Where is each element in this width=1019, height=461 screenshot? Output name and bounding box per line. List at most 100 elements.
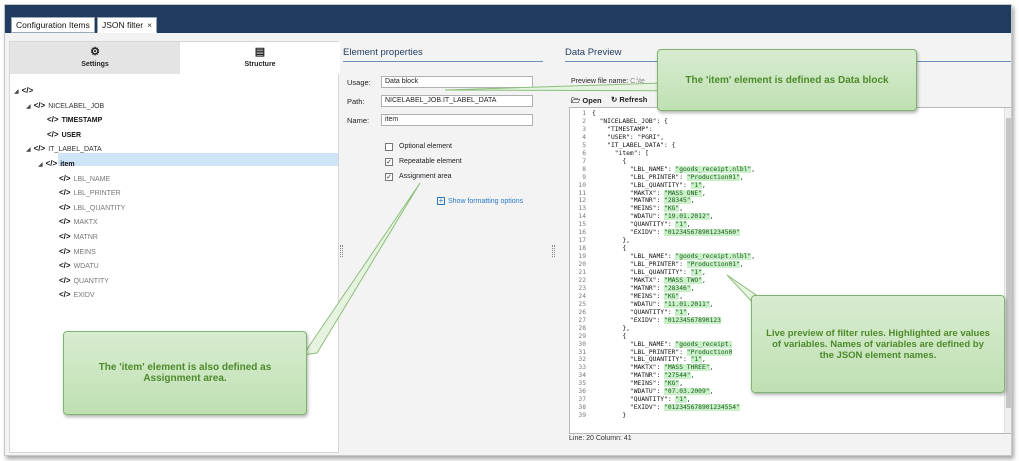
- code-text: "USER": "PGRI",: [592, 133, 665, 141]
- code-text: }: [592, 412, 627, 420]
- code-line: 38 "EXIDV": "012345678901234554": [570, 404, 1000, 412]
- tree-item[interactable]: </> QUANTITY: [50, 274, 109, 287]
- code-line: 3 "TIMESTAMP":: [570, 126, 1000, 134]
- element-tag-icon: </>: [33, 100, 46, 110]
- usage-select[interactable]: Data block: [381, 76, 533, 88]
- code-line: 16 "EXIDV": "012345678901234560": [570, 229, 1000, 237]
- code-text: "TIMESTAMP":: [592, 125, 657, 133]
- code-line: 9 "LBL_PRINTER": "Production01",: [570, 173, 1000, 182]
- expand-arrow-icon[interactable]: ◢: [14, 89, 19, 95]
- code-text: },: [592, 237, 630, 245]
- tree-item-label: WDATU: [73, 263, 99, 271]
- variable-value: "1": [675, 396, 687, 404]
- name-label: Name:: [347, 116, 370, 125]
- element-properties-title: Element properties: [343, 47, 423, 58]
- tree-item[interactable]: </> LBL_QUANTITY: [50, 201, 125, 214]
- tree-item[interactable]: </> EXIDV: [50, 288, 95, 301]
- refresh-icon: ↻: [611, 95, 618, 104]
- tree-item-label: USER: [61, 131, 82, 139]
- tree-item[interactable]: </> USER: [38, 128, 81, 141]
- line-number: 9: [582, 173, 586, 181]
- tree-item[interactable]: </> LBL_NAME: [50, 172, 110, 185]
- tab-json-filter[interactable]: JSON filter ×: [97, 17, 158, 33]
- code-text: "EXIDV":: [592, 404, 665, 412]
- settings-tab[interactable]: ⚙ Settings: [10, 42, 180, 74]
- variable-value: "MASS THREE": [664, 364, 710, 372]
- line-number: 7: [582, 157, 586, 165]
- element-tag-icon: </>: [59, 217, 71, 227]
- expand-arrow-icon[interactable]: ◢: [38, 162, 43, 168]
- splitter-handle-right[interactable]: [552, 245, 555, 257]
- code-line: 4 "USER": "PGRI",: [570, 134, 1000, 142]
- tree-item-label: TIMESTAMP: [61, 117, 103, 125]
- code-text: ,: [751, 253, 756, 261]
- element-tag-icon: </>: [59, 275, 71, 285]
- code-text: {: [592, 110, 596, 117]
- tree-item[interactable]: </> WDATU: [50, 259, 99, 272]
- line-number: 8: [582, 165, 586, 173]
- refresh-button[interactable]: ↻ Refresh: [611, 95, 647, 104]
- variable-value: "28346": [664, 284, 691, 292]
- callout-assignment-area: The 'item' element is also defined as As…: [63, 331, 307, 415]
- code-text: "LBL_NAME":: [592, 253, 676, 261]
- tree-item[interactable]: </> MEINS: [50, 245, 96, 258]
- tree-item[interactable]: ◢ </> IT_LABEL_DATA: [26, 142, 102, 155]
- code-text: ,: [751, 165, 756, 173]
- line-number: 11: [578, 189, 586, 197]
- vertical-scrollbar[interactable]: [1004, 108, 1011, 433]
- tree-item[interactable]: ◢ </> NICELABEL_JOB: [26, 99, 104, 112]
- code-text: "LBL_NAME":: [592, 165, 676, 173]
- element-tag-icon: </>: [59, 232, 71, 241]
- close-icon[interactable]: ×: [147, 20, 152, 30]
- code-text: {: [592, 245, 627, 253]
- variable-value: "1": [690, 181, 702, 189]
- tree-item[interactable]: </> TIMESTAMP: [38, 113, 102, 126]
- code-line: 18 {: [570, 245, 1000, 253]
- element-tag-icon: </>: [59, 188, 71, 198]
- tree-item[interactable]: ◢ </> item: [38, 157, 75, 170]
- assignment-area-checkbox[interactable]: ✓: [385, 173, 393, 181]
- path-field[interactable]: NICELABEL_JOB.IT_LABEL_DATA: [381, 95, 533, 107]
- line-number: 2: [582, 117, 586, 125]
- tree-item[interactable]: </> MAKTX: [50, 215, 98, 228]
- element-tag-icon: </>: [59, 173, 71, 183]
- tree-item[interactable]: ◢ </>: [14, 84, 36, 97]
- element-tag-icon: </>: [47, 129, 59, 139]
- line-number: 10: [578, 181, 586, 189]
- variable-value: "Production01": [686, 173, 740, 181]
- variable-value: "1": [675, 221, 687, 229]
- show-formatting-options-link[interactable]: + Show formatting options: [437, 197, 523, 205]
- line-number: 14: [578, 213, 586, 221]
- scrollbar-thumb[interactable]: [1006, 118, 1011, 408]
- code-line: 23 "MATNR": "28346",: [570, 284, 1000, 293]
- tree-item[interactable]: </> MATNR: [50, 230, 98, 243]
- variable-value: "MASS ONE": [664, 189, 702, 197]
- line-number: 38: [578, 404, 586, 412]
- variable-value: "1": [690, 269, 702, 276]
- expand-arrow-icon[interactable]: ◢: [26, 104, 31, 110]
- repeatable-element-checkbox[interactable]: ✓: [385, 158, 393, 166]
- tab-configuration-items[interactable]: Configuration Items: [11, 17, 95, 33]
- line-number: 22: [578, 276, 586, 284]
- code-text: ,: [690, 372, 695, 380]
- code-text: ,: [679, 205, 683, 213]
- tree-item-label: LBL_QUANTITY: [73, 204, 126, 212]
- folder-icon: 🗁: [571, 96, 581, 105]
- tree-item[interactable]: </> LBL_PRINTER: [50, 186, 121, 199]
- expand-arrow-icon[interactable]: ◢: [26, 147, 31, 153]
- code-line: 19 "LBL_NAME": "goods_receipt.nlbl",: [570, 253, 1000, 261]
- code-text: ,: [690, 284, 695, 292]
- name-field[interactable]: item: [381, 114, 533, 126]
- code-text: },: [592, 324, 630, 332]
- variable-value: "11.01.2011": [664, 300, 710, 308]
- tree-item-label: item: [60, 161, 75, 168]
- variable-value: "19.01.2012": [664, 213, 710, 221]
- code-line: 6 "item": [: [570, 150, 1000, 158]
- element-tag-icon: </>: [33, 144, 46, 154]
- line-number: 15: [578, 221, 586, 229]
- tree-item-label: LBL_PRINTER: [73, 190, 121, 198]
- code-text: "WDATU":: [592, 300, 665, 308]
- structure-tab[interactable]: ▤ Structure: [180, 42, 340, 74]
- structure-icon: ▤: [254, 46, 266, 58]
- optional-element-checkbox[interactable]: [385, 143, 393, 151]
